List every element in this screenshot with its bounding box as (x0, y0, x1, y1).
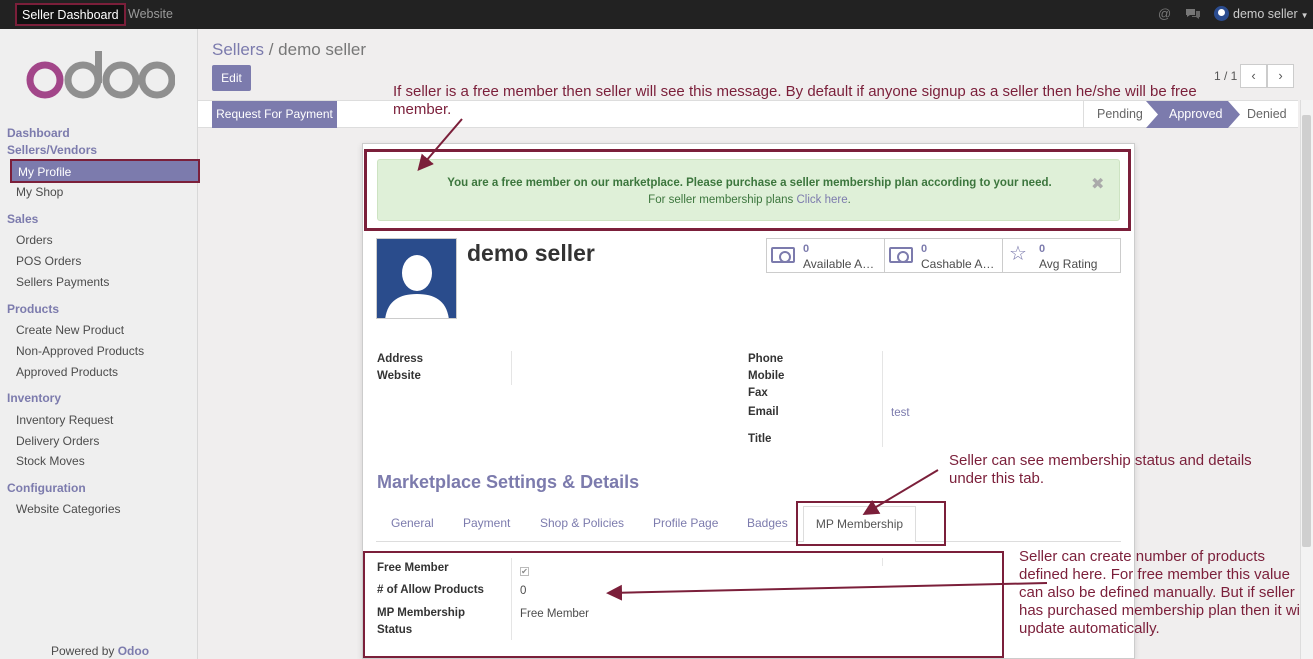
chat-icon[interactable] (1185, 7, 1201, 21)
breadcrumb: Sellers / demo seller (212, 40, 366, 60)
sidebar-item-stock-moves[interactable]: Stock Moves (16, 454, 85, 468)
stat-label: Avg Rating (1039, 257, 1098, 271)
field-divider (882, 351, 883, 447)
sidebar-item-orders[interactable]: Orders (16, 233, 53, 247)
sidebar-head-configuration: Configuration (7, 481, 86, 495)
annotation-alert-note: If seller is a free member then seller w… (393, 83, 1197, 118)
edit-button[interactable]: Edit (212, 65, 251, 91)
pager-prev-button[interactable]: ‹ (1240, 64, 1267, 88)
sidebar-head-inventory: Inventory (7, 391, 62, 405)
breadcrumb-current: demo seller (278, 40, 367, 59)
tab-general[interactable]: General (391, 516, 434, 530)
top-navbar: Seller Dashboard Website @ demo seller ▼ (0, 0, 1313, 29)
annotation-frame-tab (796, 501, 946, 546)
sidebar-item-pos-orders[interactable]: POS Orders (16, 254, 81, 268)
annotation-frame-alert (364, 149, 1131, 231)
menu-website[interactable]: Website (128, 0, 173, 29)
field-divider (511, 351, 512, 385)
tab-payment[interactable]: Payment (463, 516, 510, 530)
odoo-logo[interactable] (25, 49, 176, 101)
stage-denied[interactable]: Denied (1247, 101, 1287, 128)
stat-label: Cashable Amount (921, 257, 1001, 271)
field-label-phone: Phone (748, 353, 784, 365)
seller-name-title: demo seller (467, 240, 595, 266)
annotation-frame-membership (363, 551, 1004, 658)
sidebar-item-approved-products[interactable]: Approved Products (16, 365, 118, 379)
stat-label: Available Amount (803, 257, 883, 271)
pager-counter: 1 / 1 (1214, 69, 1238, 83)
pager-next-button[interactable]: › (1267, 64, 1294, 88)
stat-cashable-amount[interactable]: 0 Cashable Amount (884, 238, 1003, 273)
sidebar-head-products: Products (7, 302, 60, 316)
stat-available-amount[interactable]: 0 Available Amount (766, 238, 885, 273)
money-icon (889, 247, 913, 267)
field-label-website: Website (377, 370, 421, 382)
sidebar-item-non-approved-products[interactable]: Non-Approved Products (16, 344, 144, 358)
powered-by-text: Powered by (51, 644, 115, 658)
caret-down-icon: ▼ (1300, 11, 1309, 20)
seller-avatar[interactable] (376, 238, 457, 319)
annotation-products-note: Seller can create number of products def… (1019, 548, 1307, 637)
stat-value: 0 (921, 243, 928, 255)
sidebar-head-sales: Sales (7, 212, 39, 226)
menu-seller-dashboard[interactable]: Seller Dashboard (15, 3, 126, 26)
chevron-right-icon: › (1278, 68, 1283, 83)
field-value-email[interactable]: test (891, 407, 910, 419)
field-label-fax: Fax (748, 387, 768, 399)
field-label-mobile: Mobile (748, 370, 785, 382)
field-label-address: Address (377, 353, 424, 365)
sidebar-head-dashboard[interactable]: Dashboard (7, 126, 70, 140)
stat-avg-rating[interactable]: ☆ 0 Avg Rating (1002, 238, 1121, 273)
user-menu[interactable]: demo seller ▼ (1214, 0, 1309, 29)
money-icon (771, 247, 795, 267)
stat-value: 0 (803, 243, 810, 255)
sidebar-item-sellers-payments[interactable]: Sellers Payments (16, 275, 109, 289)
field-label-title: Title (748, 433, 772, 445)
sidebar-item-inventory-request[interactable]: Inventory Request (16, 413, 113, 427)
sidebar-head-sellers[interactable]: Sellers/Vendors (7, 143, 97, 157)
field-label-email: Email (748, 406, 779, 418)
sidebar-item-create-new-product[interactable]: Create New Product (16, 323, 124, 337)
powered-by: Powered by Odoo (51, 644, 149, 658)
user-name: demo seller (1233, 7, 1298, 21)
tab-badges[interactable]: Badges (747, 516, 788, 530)
powered-by-brand-link[interactable]: Odoo (118, 644, 149, 658)
user-avatar-icon (1214, 6, 1229, 21)
tabs-underline (376, 541, 1121, 542)
sidebar-item-my-profile[interactable]: My Profile (10, 159, 200, 183)
scrollbar-thumb[interactable] (1302, 115, 1311, 547)
breadcrumb-separator: / (268, 40, 274, 59)
tab-shop-policies[interactable]: Shop & Policies (540, 516, 624, 530)
breadcrumb-sellers-link[interactable]: Sellers (212, 40, 264, 59)
request-payment-button[interactable]: Request For Payment (212, 101, 337, 128)
tab-profile-page[interactable]: Profile Page (653, 516, 718, 530)
sidebar-item-my-shop[interactable]: My Shop (16, 185, 63, 199)
stat-value: 0 (1039, 243, 1046, 255)
sidebar-item-website-categories[interactable]: Website Categories (16, 502, 121, 516)
chevron-left-icon: ‹ (1251, 68, 1256, 83)
annotation-tab-note: Seller can see membership status and det… (949, 452, 1252, 487)
at-mention-icon[interactable]: @ (1158, 7, 1172, 21)
sidebar-item-delivery-orders[interactable]: Delivery Orders (16, 434, 99, 448)
marketplace-section-title: Marketplace Settings & Details (377, 472, 640, 492)
star-icon: ☆ (1009, 243, 1027, 265)
